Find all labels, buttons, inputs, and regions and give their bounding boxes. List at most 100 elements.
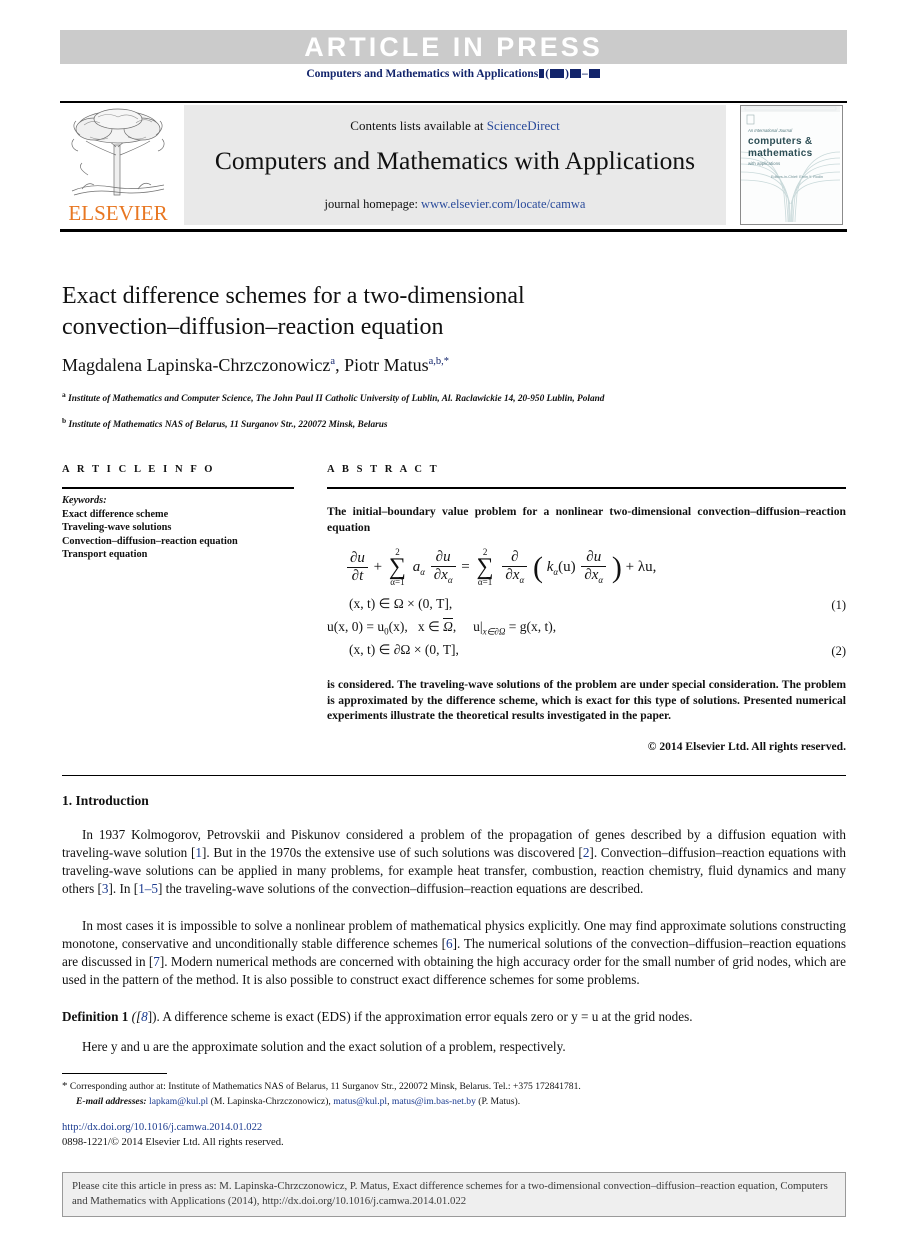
- citation-ref-1-5[interactable]: 1–5: [138, 881, 158, 896]
- equation-2-conditions-row: u(x, 0) = u0(x), x ∈ Ω, u|x∈∂Ω = g(x, t)…: [327, 618, 846, 642]
- definition-1-note-text: Here y and u are the approximate solutio…: [82, 1039, 566, 1054]
- article-in-press-banner: ARTICLE IN PRESS: [60, 30, 847, 64]
- affiliation-a-text: Institute of Mathematics and Computer Sc…: [68, 394, 605, 405]
- citation-ref-8[interactable]: 8: [141, 1009, 148, 1024]
- body-separator-rule: [62, 775, 846, 776]
- redaction-block-volume: [539, 69, 545, 78]
- equation-1-main: ∂u ∂t + 2 ∑ α=1 aα ∂u ∂xα = 2 ∑ α=1 ∂ ∂x…: [327, 547, 846, 596]
- email-owner-1: (M. Lapinska-Chrzczonowicz),: [210, 1096, 331, 1107]
- svg-text:Editors-in-Chief: Ervin Y. Rod: Editors-in-Chief: Ervin Y. Rodin: [771, 175, 823, 179]
- equation-1-domain-row: (x, t) ∈ Ω × (0, T], (1): [327, 596, 846, 618]
- redaction-block-year: [550, 69, 565, 78]
- journal-homepage-link[interactable]: www.elsevier.com/locate/camwa: [421, 197, 585, 211]
- author-name-1: Magdalena Lapinska-Chrzczonowicz: [62, 355, 331, 375]
- sciencedirect-link[interactable]: ScienceDirect: [487, 118, 560, 133]
- definition-1-note: Here y and u are the approximate solutio…: [62, 1038, 846, 1056]
- svg-text:mathematics: mathematics: [748, 148, 813, 159]
- equation-2-domain-row: (x, t) ∈ ∂Ω × (0, T], (2): [327, 642, 846, 664]
- email-separator: ,: [387, 1096, 390, 1107]
- introduction-paragraph-2: In most cases it is impossible to solve …: [62, 917, 846, 989]
- equation-2-comma: ,: [452, 619, 457, 634]
- author-name-2: Piotr Matus: [344, 355, 429, 375]
- eq1-du-dxa-den: ∂xα: [433, 567, 453, 586]
- eq1-d-dxa-den: ∂xα: [505, 567, 525, 586]
- keywords-block: Keywords: Exact difference scheme Travel…: [62, 494, 312, 562]
- eq1-sum-rhs-lower: α=1: [477, 576, 493, 587]
- eq1-sum-rhs-sigma: ∑: [476, 554, 494, 581]
- equation-1-domain: (x, t) ∈ Ω × (0, T],: [349, 596, 453, 611]
- keyword-item-3: Transport equation: [62, 549, 148, 561]
- email-link-1[interactable]: lapkam@kul.pl: [149, 1096, 208, 1107]
- eq1-du-dt-num: ∂u: [347, 550, 368, 568]
- masthead-top-rule: [60, 101, 847, 103]
- equation-2-domain: (x, t) ∈ ∂Ω × (0, T],: [349, 642, 459, 657]
- masthead-bottom-rule: [60, 229, 847, 232]
- footnote-corresponding-text: Corresponding author at: Institute of Ma…: [69, 1081, 581, 1092]
- elsevier-tree-icon: [68, 105, 168, 200]
- definition-1-ref-close: ]).: [147, 1009, 160, 1024]
- footnote-star-marker: *: [62, 1080, 68, 1092]
- equation-2-boundary-condition: u|x∈∂Ω = g(x, t),: [473, 619, 557, 637]
- p1-segment-b: ]. But in the 1970s the extensive use of…: [201, 845, 583, 861]
- journal-reference-line: Computers and Mathematics with Applicati…: [60, 68, 847, 80]
- elsevier-wordmark: ELSEVIER: [68, 201, 168, 225]
- email-link-3[interactable]: matus@im.bas-net.by: [392, 1096, 476, 1107]
- journal-homepage-line: journal homepage: www.elsevier.com/locat…: [184, 197, 726, 212]
- eq1-du-dxa-inner-den: ∂xα: [584, 567, 604, 586]
- cite-this-article-box: Please cite this article in press as: M.…: [62, 1172, 846, 1217]
- doi-link[interactable]: http://dx.doi.org/10.1016/j.camwa.2014.0…: [62, 1122, 262, 1133]
- footnote-emails: E-mail addresses: lapkam@kul.pl (M. Lapi…: [62, 1095, 860, 1108]
- paper-page: ARTICLE IN PRESS Computers and Mathemati…: [0, 0, 907, 1238]
- eq1-d-dxa-num: ∂: [502, 549, 528, 568]
- p1-segment-d: ]. In [: [108, 881, 139, 897]
- definition-1-text: A difference scheme is exact (EDS) if th…: [159, 1009, 693, 1024]
- issn-copyright-line: 0898-1221/© 2014 Elsevier Ltd. All right…: [62, 1137, 284, 1148]
- journal-homepage-prefix: journal homepage:: [324, 197, 422, 211]
- footnote-corresponding-author: * Corresponding author at: Institute of …: [62, 1080, 846, 1093]
- abstract-equations: ∂u ∂t + 2 ∑ α=1 aα ∂u ∂xα = 2 ∑ α=1 ∂ ∂x…: [327, 547, 846, 664]
- title-line-1: Exact difference schemes for a two-dimen…: [62, 283, 525, 309]
- journal-cover-artwork: An International Journal computers & mat…: [741, 106, 841, 223]
- redaction-block-pageend: [588, 69, 600, 78]
- journal-cover-thumbnail: An International Journal computers & mat…: [740, 105, 843, 225]
- article-info-heading: A R T I C L E I N F O: [62, 464, 216, 475]
- email-addresses-label: E-mail addresses:: [76, 1096, 147, 1107]
- citation-ref-1[interactable]: 1: [195, 845, 202, 860]
- definition-1-block: Definition 1 ([8]). A difference scheme …: [62, 1008, 846, 1026]
- eq1-du-dt-den: ∂t: [351, 567, 364, 584]
- email-link-2[interactable]: matus@kul.pl: [333, 1096, 387, 1107]
- eq1-du-dt: ∂u ∂t: [347, 550, 368, 585]
- affiliation-b-text: Institute of Mathematics NAS of Belarus,…: [68, 420, 388, 431]
- article-in-press-label: ARTICLE IN PRESS: [304, 32, 603, 62]
- author-1-affiliation-marker: a: [330, 356, 336, 367]
- section-heading-introduction: 1. Introduction: [62, 793, 149, 808]
- affiliation-a: a Institute of Mathematics and Computer …: [62, 389, 822, 406]
- article-info-rule: [62, 487, 294, 489]
- citation-ref-3[interactable]: 3: [102, 881, 109, 896]
- abstract-rule: [327, 487, 846, 489]
- definition-1-ref-open: ([: [128, 1009, 142, 1024]
- citation-ref-6[interactable]: 6: [446, 936, 453, 951]
- introduction-paragraph-1: In 1937 Kolmogorov, Petrovskii and Pisku…: [62, 826, 846, 898]
- eq1-lambda-term: + λu,: [625, 558, 657, 575]
- elsevier-logo: ELSEVIER: [62, 105, 174, 225]
- journal-title: Computers and Mathematics with Applicati…: [214, 146, 696, 175]
- redaction-block-pagestart: [569, 69, 581, 78]
- keyword-item-1: Traveling-wave solutions: [62, 522, 172, 534]
- email-owner-3: (P. Matus).: [478, 1096, 521, 1107]
- corresponding-author-marker[interactable]: *: [444, 356, 449, 367]
- keyword-item-2: Convection–diffusion–reaction equation: [62, 535, 238, 547]
- abstract-heading: A B S T R A C T: [327, 464, 440, 475]
- abstract-copyright: © 2014 Elsevier Ltd. All rights reserved…: [647, 740, 846, 753]
- abstract-tail-text: is considered. The traveling-wave soluti…: [327, 678, 846, 722]
- p1-segment-e: ] the traveling-wave solutions of the co…: [157, 881, 644, 897]
- eq1-k-arg: (u): [558, 558, 576, 575]
- svg-text:An International Journal: An International Journal: [747, 128, 793, 133]
- p2-segment-c: ]. Modern numerical methods are concerne…: [62, 954, 846, 988]
- keywords-label: Keywords:: [62, 495, 107, 506]
- page-title: Exact difference schemes for a two-dimen…: [62, 281, 702, 343]
- equation-2-number: (2): [831, 644, 846, 658]
- eq1-open-paren: (: [532, 551, 543, 585]
- citation-ref-7[interactable]: 7: [153, 954, 160, 969]
- eq1-du-dxa-inner-num: ∂u: [581, 549, 607, 568]
